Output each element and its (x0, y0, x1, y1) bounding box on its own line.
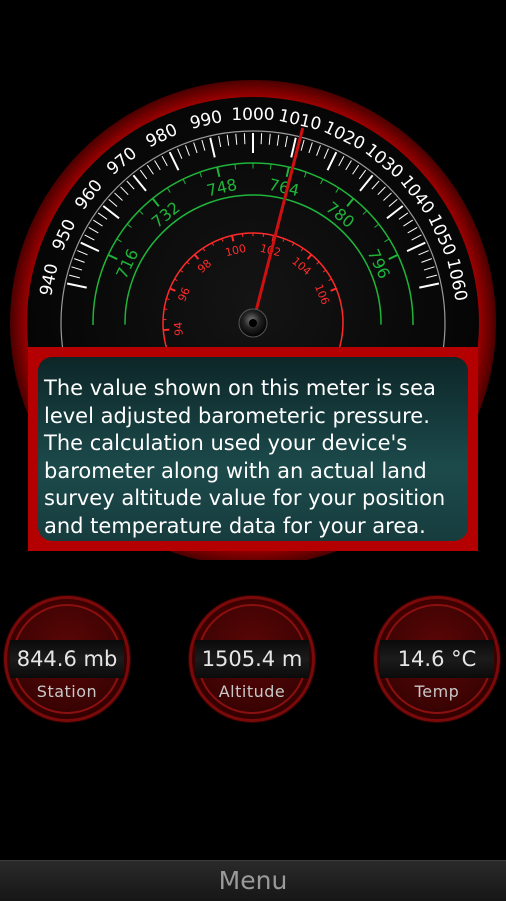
inner-scale-minor-tick (164, 309, 167, 310)
info-tooltip-text: The value shown on this meter is sea lev… (38, 357, 468, 541)
needle-hub-center (249, 319, 257, 327)
temperature-dial[interactable]: 14.6 °C Temp (374, 596, 500, 722)
middle-scale-minor-tick (270, 164, 271, 169)
altitude-label: Altitude (189, 682, 315, 701)
station-pressure-dial[interactable]: 844.6 mb Station (4, 596, 130, 722)
temperature-label: Temp (374, 682, 500, 701)
temperature-value: 14.6 °C (380, 640, 494, 678)
info-tooltip[interactable]: The value shown on this meter is sea lev… (28, 347, 478, 551)
menu-button[interactable]: Menu (0, 860, 506, 901)
station-pressure-value: 844.6 mb (10, 640, 124, 678)
middle-scale-minor-tick (235, 164, 236, 169)
altitude-value: 1505.4 m (195, 640, 309, 678)
inner-scale-label: 94 (172, 321, 186, 336)
outer-scale-label: 1000 (231, 105, 274, 125)
altitude-dial[interactable]: 1505.4 m Altitude (189, 596, 315, 722)
station-label: Station (4, 682, 130, 701)
